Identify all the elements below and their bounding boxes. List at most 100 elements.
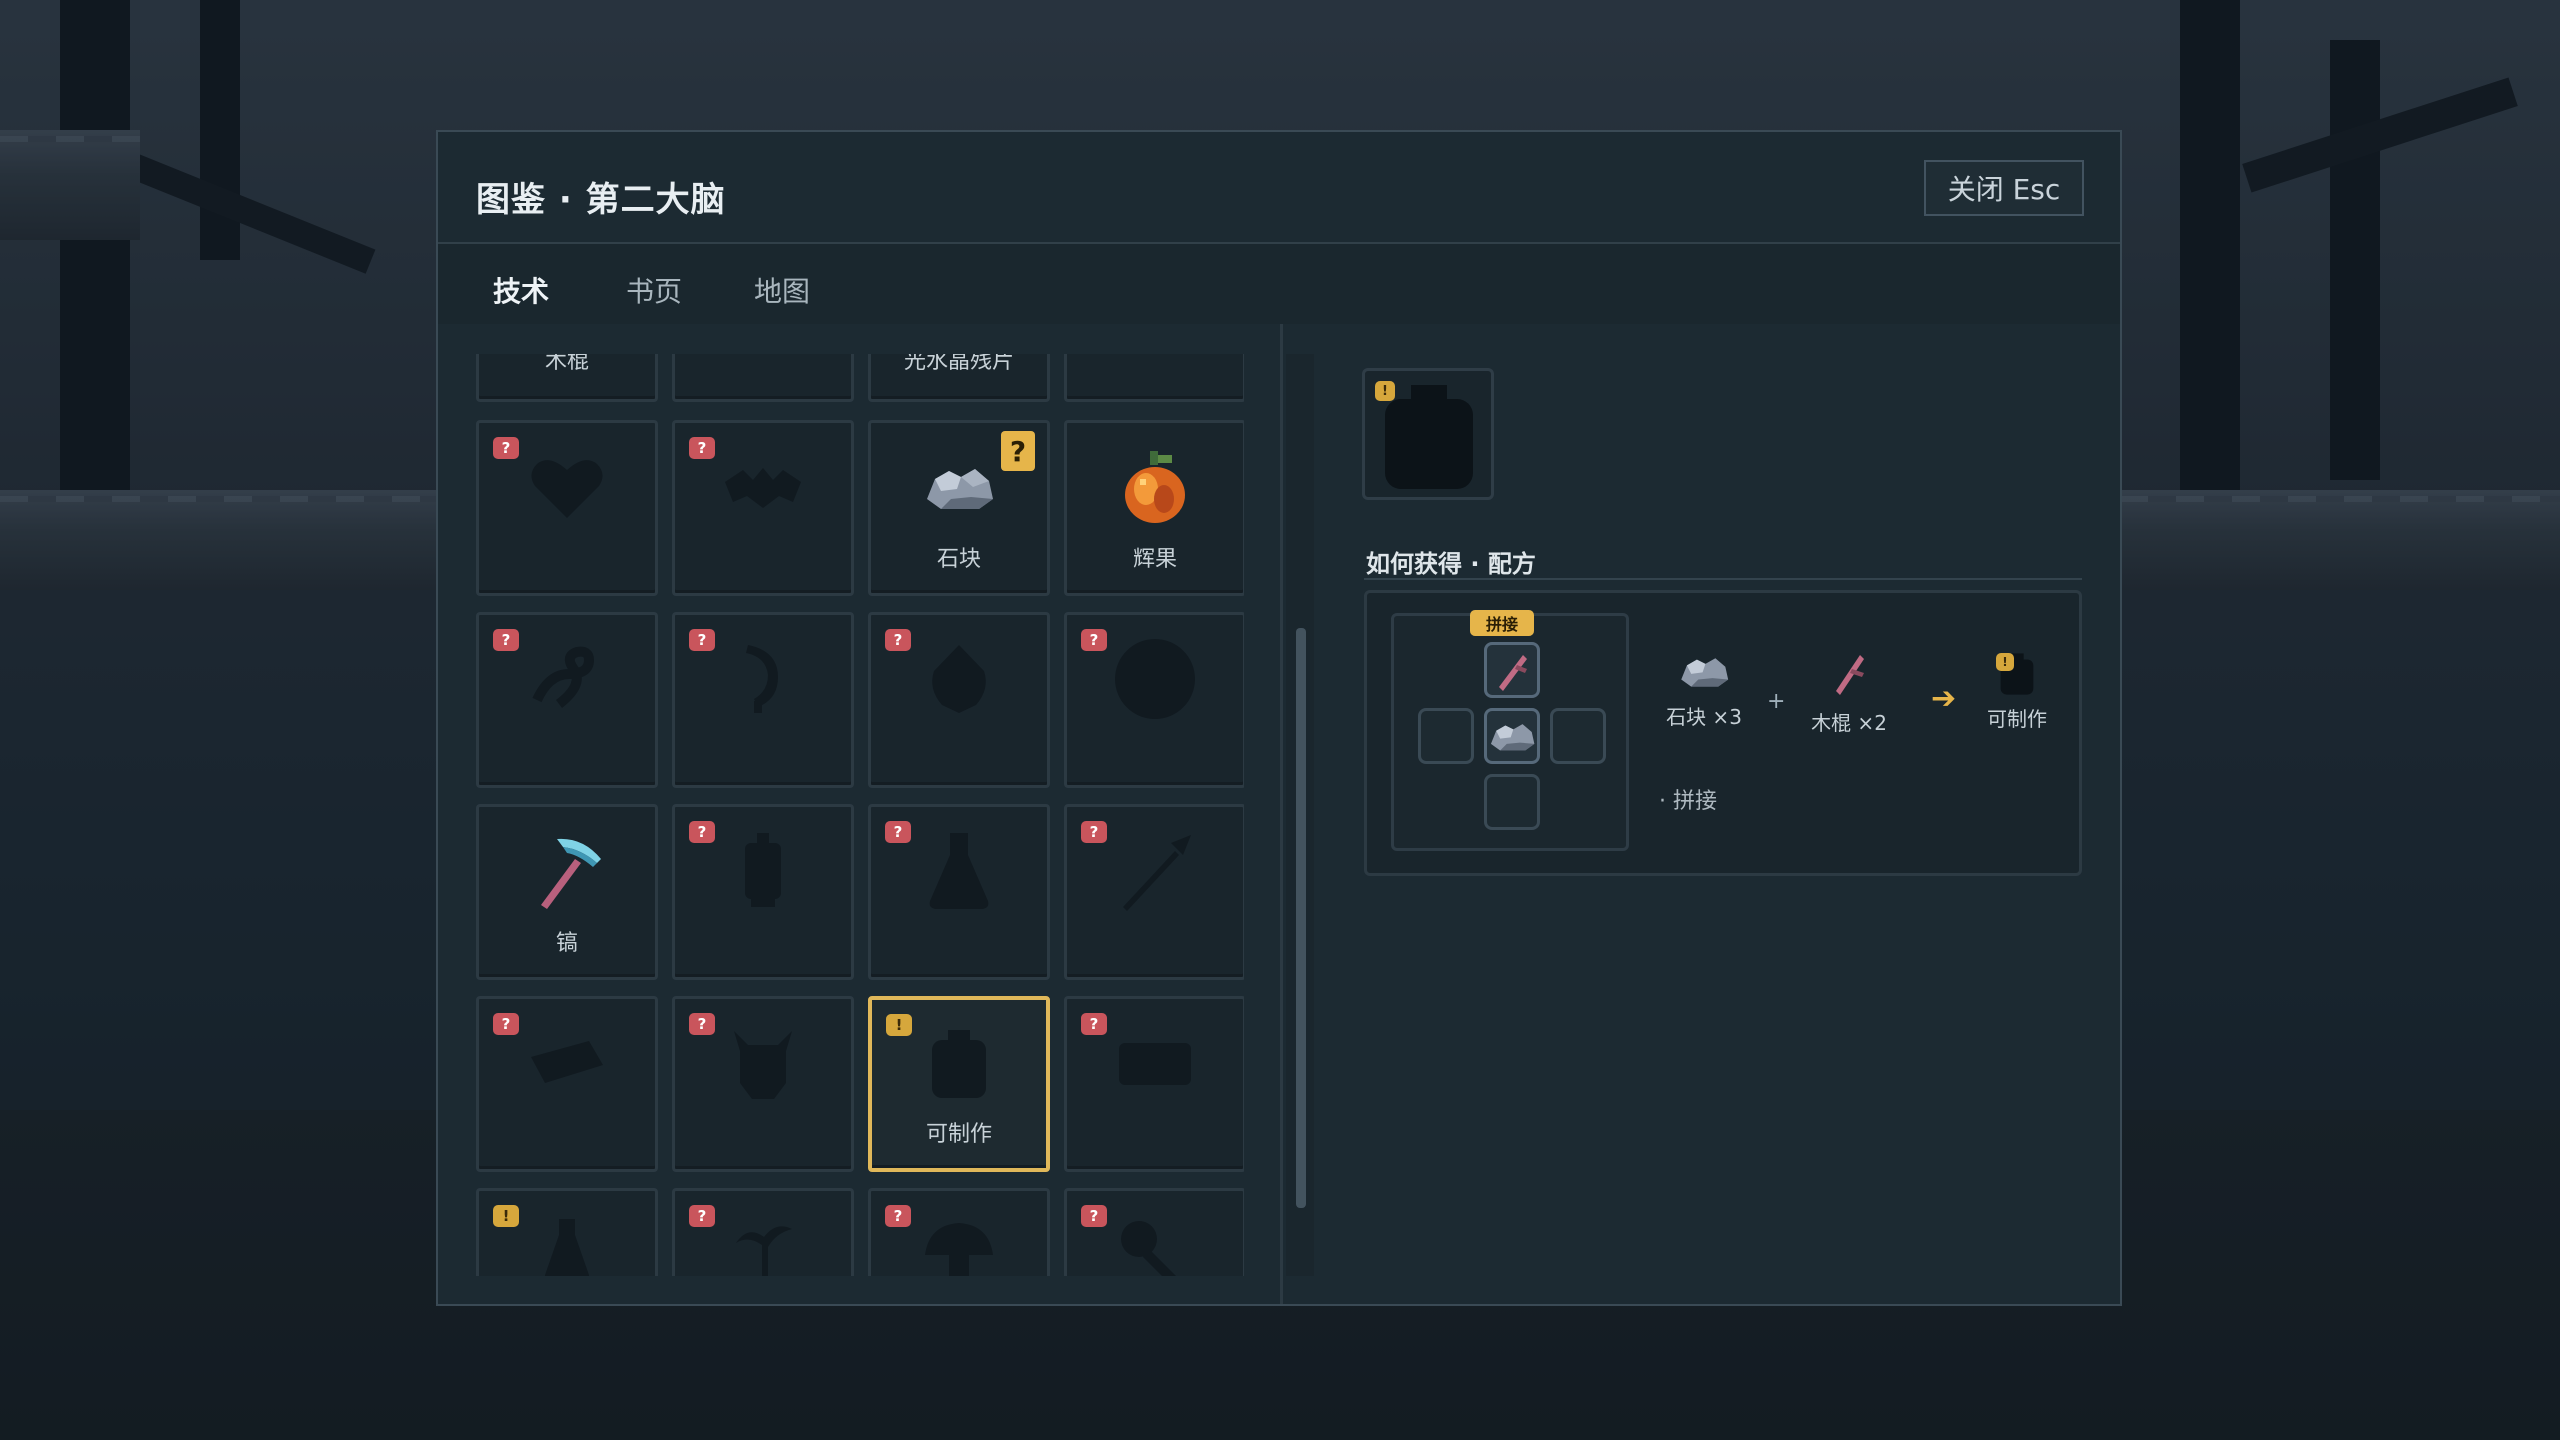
grid-cell-partial[interactable]: [672, 354, 854, 402]
unknown-badge: ?: [689, 437, 715, 459]
mushroom-silhouette-icon: [925, 1223, 993, 1276]
question-badge: ?: [1001, 431, 1035, 471]
grid-cell-partial[interactable]: 光水晶残片: [868, 354, 1050, 402]
craft-method-label: · 拼接: [1659, 789, 1717, 814]
pane-divider: [1280, 324, 1283, 1304]
beetle-silhouette-icon: [734, 1031, 792, 1099]
unknown-badge: ?: [689, 629, 715, 651]
stone-icon: [927, 469, 993, 509]
grid-cell[interactable]: ?: [672, 996, 854, 1172]
unknown-badge: ?: [689, 821, 715, 843]
tab-map[interactable]: 地图: [754, 270, 810, 310]
grid-cell[interactable]: 辉果: [1064, 420, 1244, 596]
potion-silhouette-icon: [545, 1219, 589, 1276]
grid-scrollbar[interactable]: [1286, 354, 1314, 1276]
cell-label: 木棍: [544, 354, 589, 374]
grid-cell[interactable]: 镐: [476, 804, 658, 980]
recipe-result: ! 可制作: [1967, 651, 2067, 732]
cell-label: 可制作: [925, 1122, 992, 1147]
spear-silhouette-icon: [1123, 835, 1191, 911]
grid-cell-partial[interactable]: [1064, 354, 1244, 402]
craftable-badge: !: [886, 1014, 912, 1036]
heart-silhouette-icon: [531, 460, 603, 518]
craft-slot: [1418, 708, 1474, 764]
cell-label: 石块: [936, 547, 981, 572]
box-silhouette-icon: [1119, 1043, 1191, 1085]
craftable-badge: !: [493, 1205, 519, 1227]
scrollbar-thumb[interactable]: [1296, 628, 1306, 1208]
crafting-grid: 拼接: [1391, 610, 1629, 851]
craft-slot: [1484, 642, 1540, 698]
unknown-badge: ?: [689, 1205, 715, 1227]
stick-icon: [1836, 655, 1864, 695]
grid-cell[interactable]: ?: [476, 612, 658, 788]
grid-cell[interactable]: ?: [1064, 1188, 1244, 1276]
tab-tech[interactable]: 技术: [493, 270, 549, 310]
ingredient-stone: 石块 ×3: [1659, 651, 1749, 730]
unknown-badge: ?: [885, 629, 911, 651]
grid-cell[interactable]: ?: [1064, 996, 1244, 1172]
craft-slot: [1550, 708, 1606, 764]
grid-cell[interactable]: ? 石块: [868, 420, 1050, 596]
close-button[interactable]: 关闭 Esc: [1924, 160, 2084, 216]
unknown-badge: ?: [885, 821, 911, 843]
grid-cell-selected[interactable]: ! 可制作: [868, 996, 1050, 1172]
grid-cell[interactable]: ?: [672, 612, 854, 788]
unknown-badge: ?: [1081, 629, 1107, 651]
grid-cell[interactable]: ?: [476, 420, 658, 596]
cell-label: 镐: [555, 931, 578, 956]
arrow-right-icon: ➔: [1931, 681, 1957, 716]
bat-silhouette-icon: [725, 468, 801, 508]
rope-silhouette-icon: [532, 646, 595, 708]
recipe-card: 拼接 石块 ×3 + 木棍 ×2 ➔ ! 可制作 · 拼接: [1364, 590, 2082, 876]
grid-cell[interactable]: ?: [1064, 804, 1244, 980]
selected-item-preview: !: [1362, 368, 1494, 500]
recipe-section-title: 如何获得 · 配方: [1366, 550, 1536, 578]
grid-cell[interactable]: ?: [476, 996, 658, 1172]
grid-cell[interactable]: ?: [1064, 612, 1244, 788]
grid-cell[interactable]: ?: [672, 420, 854, 596]
item-grid[interactable]: 木棍 光水晶残片 ? ? ? 石块 辉果 ? ? ? ? 镐 ? ? ? ? ?…: [476, 354, 1244, 1276]
ingredient-stick: 木棍 ×2: [1799, 647, 1899, 736]
grid-cell[interactable]: ?: [868, 612, 1050, 788]
result-label: 可制作: [1987, 707, 2047, 731]
unknown-badge: ?: [1081, 1013, 1107, 1035]
flask-silhouette-icon: [929, 833, 989, 909]
unknown-badge: ?: [689, 1013, 715, 1035]
glow-fruit-icon: [1125, 451, 1185, 523]
cell-label: 辉果: [1132, 547, 1177, 572]
ingredient-label: 石块 ×3: [1666, 705, 1742, 729]
grid-cell[interactable]: ?: [672, 1188, 854, 1276]
unknown-badge: ?: [493, 629, 519, 651]
backpack-silhouette-icon: [1385, 385, 1473, 489]
grid-cell[interactable]: ?: [868, 1188, 1050, 1276]
unknown-badge: ?: [493, 1013, 519, 1035]
pickaxe-icon: [541, 838, 601, 909]
seed-silhouette-icon: [932, 645, 986, 713]
craftable-badge: !: [1996, 653, 2014, 671]
grid-cell-partial[interactable]: 木棍: [476, 354, 658, 402]
panel-title: 图鉴 · 第二大脑: [476, 180, 726, 220]
unknown-badge: ?: [1081, 1205, 1107, 1227]
craft-method-tag: 拼接: [1470, 610, 1534, 636]
tab-bar: 技术 书页 地图: [438, 244, 2120, 324]
lantern-silhouette-icon: [745, 833, 781, 907]
stick-icon: [1499, 655, 1527, 691]
tab-pages[interactable]: 书页: [626, 270, 682, 310]
codex-panel: 图鉴 · 第二大脑 关闭 Esc 技术 书页 地图 木棍 光水晶残片 ? ? ?: [436, 130, 2122, 1306]
panel-header: 图鉴 · 第二大脑 关闭 Esc: [438, 132, 2120, 244]
unknown-badge: ?: [493, 437, 519, 459]
grid-cell[interactable]: ?: [868, 804, 1050, 980]
key-silhouette-icon: [1121, 1221, 1176, 1276]
plus-sign: +: [1767, 689, 1786, 714]
stone-icon: [1490, 724, 1535, 751]
craft-slot: [1484, 774, 1540, 830]
craft-slot: [1484, 708, 1540, 764]
cell-label: 光水晶残片: [903, 354, 1014, 374]
backpack-silhouette-icon: [932, 1030, 986, 1098]
stone-icon: [1681, 658, 1729, 687]
hook-silhouette-icon: [746, 645, 778, 713]
grid-cell[interactable]: !: [476, 1188, 658, 1276]
grid-cell[interactable]: ?: [672, 804, 854, 980]
unknown-badge: ?: [885, 1205, 911, 1227]
